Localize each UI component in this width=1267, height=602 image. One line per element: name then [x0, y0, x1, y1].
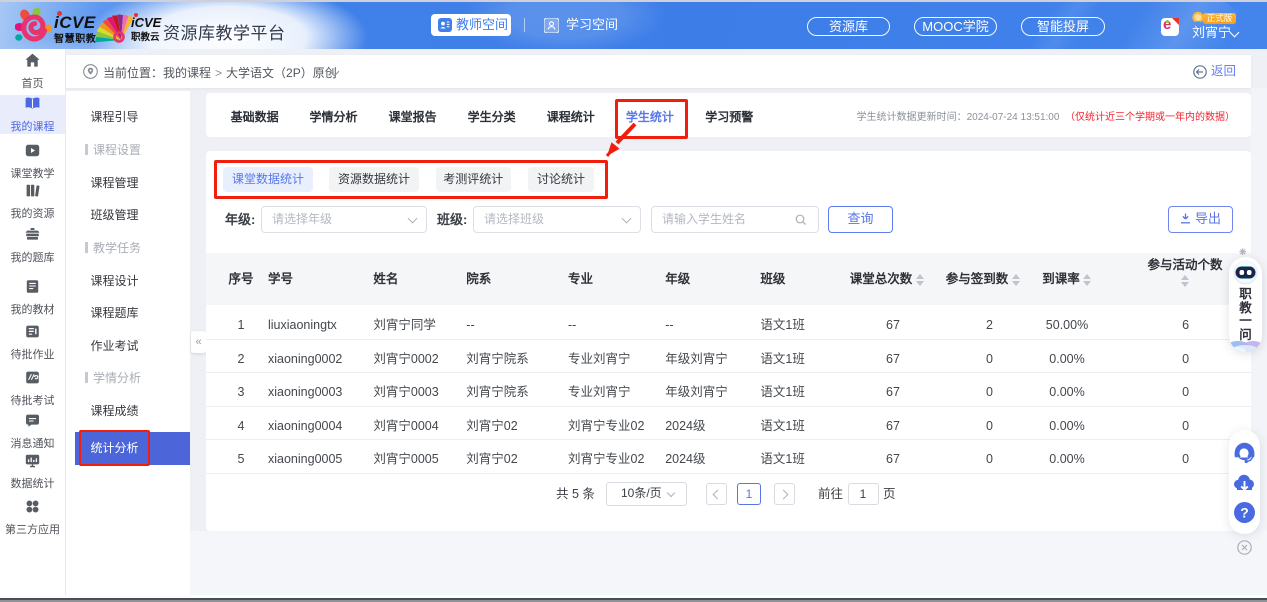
svg-text:?: ? — [1240, 505, 1249, 521]
